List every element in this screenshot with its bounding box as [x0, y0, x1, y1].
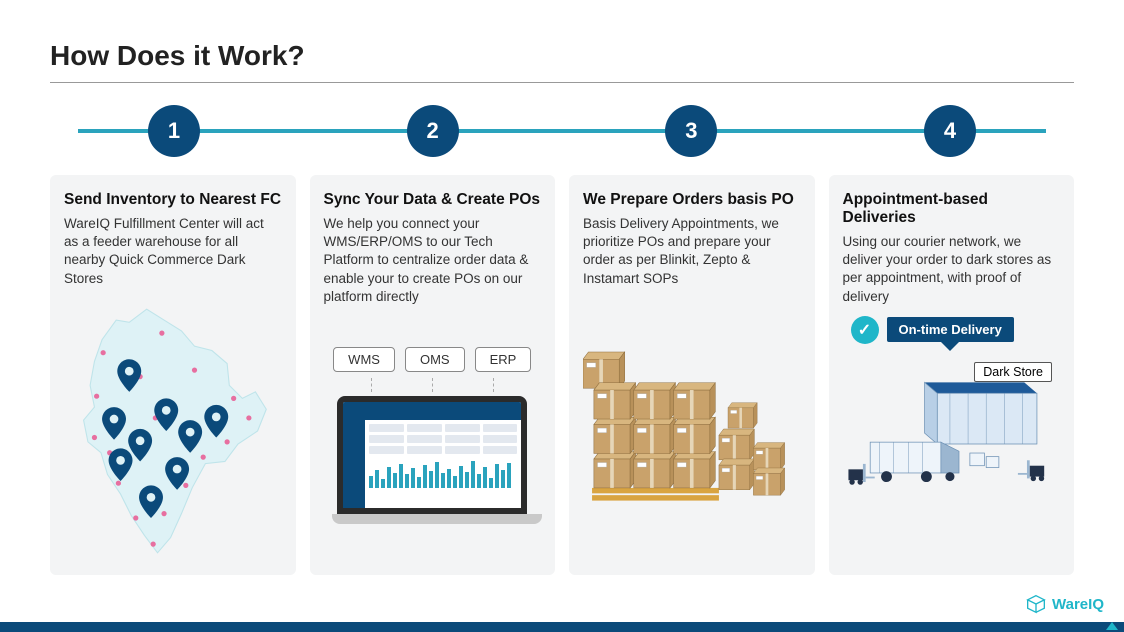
- on-time-flag: On-time Delivery: [887, 317, 1014, 342]
- card-1-body: WareIQ Fulfillment Center will act as a …: [64, 215, 282, 288]
- tag-erp: ERP: [475, 347, 532, 372]
- step-3: 3: [665, 105, 717, 157]
- card-1: Send Inventory to Nearest FC WareIQ Fulf…: [50, 175, 296, 575]
- delivery-illustration: ✓ On-time Delivery Dark Store: [843, 316, 1061, 561]
- footer-bar: [0, 622, 1124, 632]
- brand-text: WareIQ: [1052, 596, 1104, 613]
- dark-store-label: Dark Store: [974, 362, 1052, 382]
- card-4-heading: Appointment-based Deliveries: [843, 191, 1061, 227]
- tag-wms: WMS: [333, 347, 395, 372]
- tag-oms: OMS: [405, 347, 465, 372]
- step-2: 2: [407, 105, 459, 157]
- cards-row: Send Inventory to Nearest FC WareIQ Fulf…: [50, 175, 1074, 575]
- card-3-heading: We Prepare Orders basis PO: [583, 191, 801, 209]
- step-1: 1: [148, 105, 200, 157]
- page-title: How Does it Work?: [50, 40, 1074, 83]
- card-1-heading: Send Inventory to Nearest FC: [64, 191, 282, 209]
- step-4: 4: [924, 105, 976, 157]
- card-4-body: Using our courier network, we deliver yo…: [843, 233, 1061, 306]
- boxes-illustration: [583, 344, 801, 514]
- brand-logo: WareIQ: [1026, 594, 1104, 614]
- stepper-line: [78, 129, 1046, 133]
- card-4: Appointment-based Deliveries Using our c…: [829, 175, 1075, 575]
- india-map-illustration: [64, 298, 282, 564]
- stepper: 1 2 3 4: [58, 105, 1066, 157]
- laptop-illustration: WMS OMS ERP: [324, 347, 542, 531]
- card-2-body: We help you connect your WMS/ERP/OMS to …: [324, 215, 542, 306]
- card-3-body: Basis Delivery Appointments, we prioriti…: [583, 215, 801, 288]
- card-2-heading: Sync Your Data & Create POs: [324, 191, 542, 209]
- arrow-up-icon: [1106, 622, 1118, 630]
- check-icon: ✓: [851, 316, 879, 344]
- cube-icon: [1026, 594, 1046, 614]
- card-2: Sync Your Data & Create POs We help you …: [310, 175, 556, 575]
- card-3: We Prepare Orders basis PO Basis Deliver…: [569, 175, 815, 575]
